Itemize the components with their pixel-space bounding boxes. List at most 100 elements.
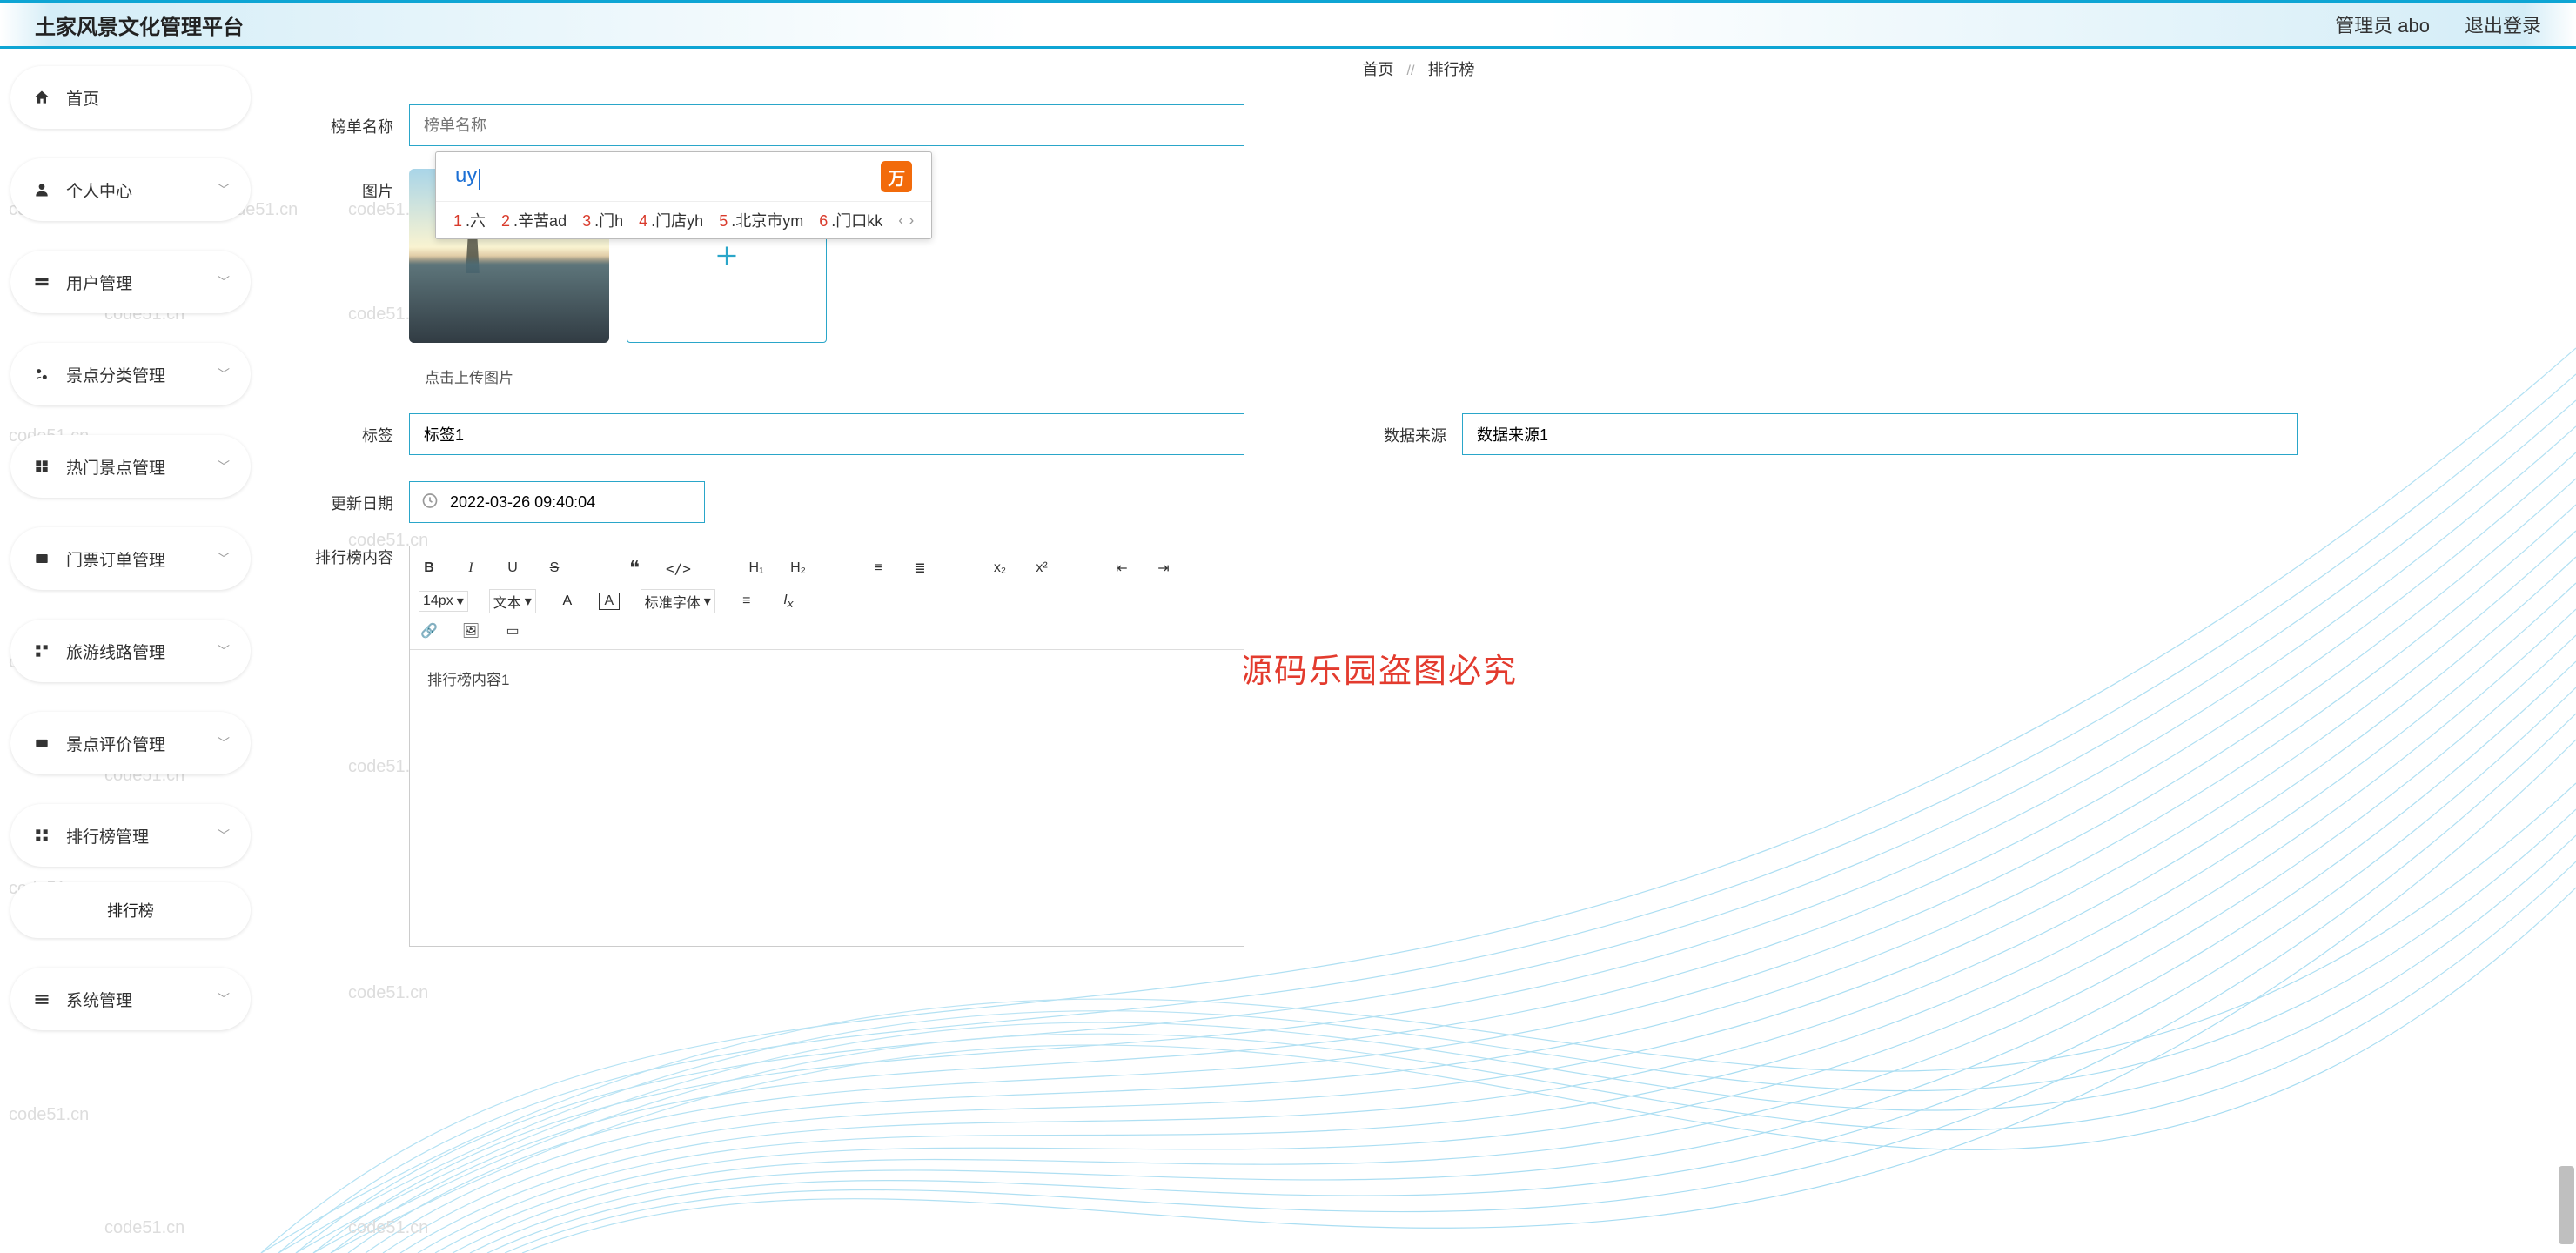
- ime-candidate[interactable]: 4.门店yh: [639, 209, 703, 231]
- underline-button[interactable]: U: [502, 560, 523, 576]
- sidebar-item-label: 旅游线路管理: [66, 640, 165, 663]
- align-button[interactable]: ≡: [736, 593, 757, 609]
- sidebar-item-hotspot[interactable]: 热门景点管理 ﹀: [10, 435, 251, 498]
- ime-candidate[interactable]: 1.六: [453, 209, 486, 231]
- sidebar-item-reviews[interactable]: 景点评价管理 ﹀: [10, 712, 251, 774]
- plus-icon: [711, 240, 742, 271]
- scrollbar-thumb[interactable]: [2559, 1166, 2574, 1244]
- editor-body[interactable]: 排行榜内容1: [410, 650, 1244, 946]
- sidebar-item-system[interactable]: 系统管理 ﹀: [10, 968, 251, 1030]
- sidebar-subitem-ranking[interactable]: 排行榜: [10, 882, 251, 938]
- h1-button[interactable]: H₁: [746, 560, 767, 576]
- gear-icon: [31, 990, 52, 1008]
- bold-button[interactable]: B: [419, 560, 439, 576]
- ime-candidate[interactable]: 5.北京市ym: [719, 209, 803, 231]
- category-icon: [31, 365, 52, 383]
- rich-text-editor: B I U S ❝ </> H₁ H₂ ≡ ≣ x₂: [409, 546, 1244, 947]
- ime-candidate[interactable]: 6.门口kk: [819, 209, 882, 231]
- label-name: 榜单名称: [296, 104, 409, 137]
- admin-label[interactable]: 管理员 abo: [2335, 10, 2430, 38]
- breadcrumb-current: 排行榜: [1427, 61, 1474, 78]
- unordered-list-button[interactable]: ≣: [909, 559, 930, 577]
- chevron-down-icon: ﹀: [218, 827, 230, 844]
- upload-tip: 点击上传图片: [425, 365, 2541, 387]
- sidebar-item-category[interactable]: 景点分类管理 ﹀: [10, 343, 251, 405]
- grid-icon: [31, 458, 52, 475]
- ime-candidates[interactable]: 1.六 2.辛苦ad 3.门h 4.门店yh 5.北京市ym 6.门口kk ‹ …: [436, 201, 931, 238]
- chevron-down-icon: ﹀: [218, 365, 230, 383]
- label-date: 更新日期: [296, 481, 409, 514]
- sidebar-item-routes[interactable]: 旅游线路管理 ﹀: [10, 620, 251, 682]
- chevron-down-icon: ﹀: [218, 642, 230, 660]
- image-button[interactable]: 🖼: [460, 622, 481, 640]
- indent-right-button[interactable]: ⇥: [1153, 559, 1174, 577]
- chevron-down-icon: ﹀: [218, 458, 230, 475]
- strike-button[interactable]: S: [544, 560, 565, 576]
- sidebar-item-label: 排行榜管理: [66, 824, 149, 848]
- sidebar-item-label: 景点分类管理: [66, 363, 165, 386]
- breadcrumb-separator: //: [1407, 64, 1415, 78]
- source-input[interactable]: [1462, 413, 2298, 455]
- ticket-icon: [31, 550, 52, 567]
- link-button[interactable]: 🔗: [419, 622, 439, 640]
- bg-color-button[interactable]: A: [599, 593, 620, 610]
- chevron-down-icon: ﹀: [218, 734, 230, 752]
- sidebar-item-orders[interactable]: 门票订单管理 ﹀: [10, 527, 251, 590]
- app-title: 土家风景文化管理平台: [35, 10, 244, 40]
- text-color-button[interactable]: A: [557, 593, 578, 609]
- subscript-button[interactable]: x₂: [989, 560, 1010, 576]
- indent-left-button[interactable]: ⇤: [1111, 559, 1132, 577]
- ime-next-icon[interactable]: ›: [909, 211, 914, 230]
- label-image: 图片: [296, 169, 409, 202]
- name-input[interactable]: [409, 104, 1244, 146]
- chevron-down-icon: ﹀: [218, 181, 230, 198]
- font-size-select[interactable]: 14px▾: [419, 591, 468, 612]
- sidebar-subitem-label: 排行榜: [107, 899, 154, 921]
- sidebar-item-ranking[interactable]: 排行榜管理 ﹀: [10, 804, 251, 867]
- label-tag: 标签: [296, 413, 409, 446]
- sidebar-item-label: 用户管理: [66, 271, 132, 294]
- font-family-select[interactable]: 标准字体▾: [641, 589, 715, 613]
- sidebar-item-users[interactable]: 用户管理 ﹀: [10, 251, 251, 313]
- label-source: 数据来源: [1349, 413, 1462, 446]
- sidebar-item-label: 热门景点管理: [66, 455, 165, 479]
- review-icon: [31, 734, 52, 752]
- rank-icon: [31, 827, 52, 844]
- video-button[interactable]: ▭: [502, 622, 523, 640]
- ime-popup[interactable]: uy 万 1.六 2.辛苦ad 3.门h 4.门店yh 5.北京市ym 6.门口…: [435, 151, 932, 239]
- superscript-button[interactable]: x²: [1031, 560, 1052, 576]
- users-icon: [31, 273, 52, 291]
- quote-button[interactable]: ❝: [624, 557, 645, 580]
- sidebar: 首页 个人中心 ﹀ 用户管理 ﹀ 景点分类管理 ﹀ 热门景点管理 ﹀ 门票订单管…: [0, 49, 261, 1253]
- route-icon: [31, 642, 52, 660]
- home-icon: [31, 89, 52, 106]
- breadcrumb: 首页 // 排行榜: [296, 57, 2541, 80]
- italic-button[interactable]: I: [460, 560, 481, 576]
- sidebar-item-label: 门票订单管理: [66, 547, 165, 571]
- ordered-list-button[interactable]: ≡: [868, 560, 889, 576]
- clear-format-button[interactable]: Ix: [778, 593, 799, 610]
- sidebar-item-home[interactable]: 首页: [10, 66, 251, 129]
- label-content: 排行榜内容: [296, 546, 409, 568]
- clock-icon: [421, 492, 439, 513]
- h2-button[interactable]: H₂: [788, 560, 808, 576]
- code-button[interactable]: </>: [666, 560, 687, 577]
- ime-candidate[interactable]: 2.辛苦ad: [501, 209, 567, 231]
- sidebar-item-label: 个人中心: [66, 178, 132, 202]
- sidebar-item-label: 首页: [66, 86, 99, 110]
- chevron-down-icon: ﹀: [218, 990, 230, 1008]
- ime-candidate[interactable]: 3.门h: [582, 209, 623, 231]
- sidebar-item-label: 系统管理: [66, 988, 132, 1011]
- editor-toolbar: B I U S ❝ </> H₁ H₂ ≡ ≣ x₂: [410, 546, 1244, 650]
- header: 土家风景文化管理平台 管理员 abo 退出登录: [0, 0, 2576, 49]
- breadcrumb-home[interactable]: 首页: [1363, 61, 1394, 78]
- ime-input-text: uy: [455, 164, 477, 187]
- tag-input[interactable]: [409, 413, 1244, 455]
- sidebar-item-profile[interactable]: 个人中心 ﹀: [10, 158, 251, 221]
- logout-link[interactable]: 退出登录: [2465, 10, 2541, 38]
- person-icon: [31, 181, 52, 198]
- ime-prev-icon[interactable]: ‹: [898, 211, 903, 230]
- content: 首页 // 排行榜 榜单名称 uy 万 1.六 2.辛苦ad 3.门h 4.门店…: [261, 49, 2576, 1253]
- style-select[interactable]: 文本▾: [489, 589, 536, 613]
- date-input[interactable]: [409, 481, 705, 523]
